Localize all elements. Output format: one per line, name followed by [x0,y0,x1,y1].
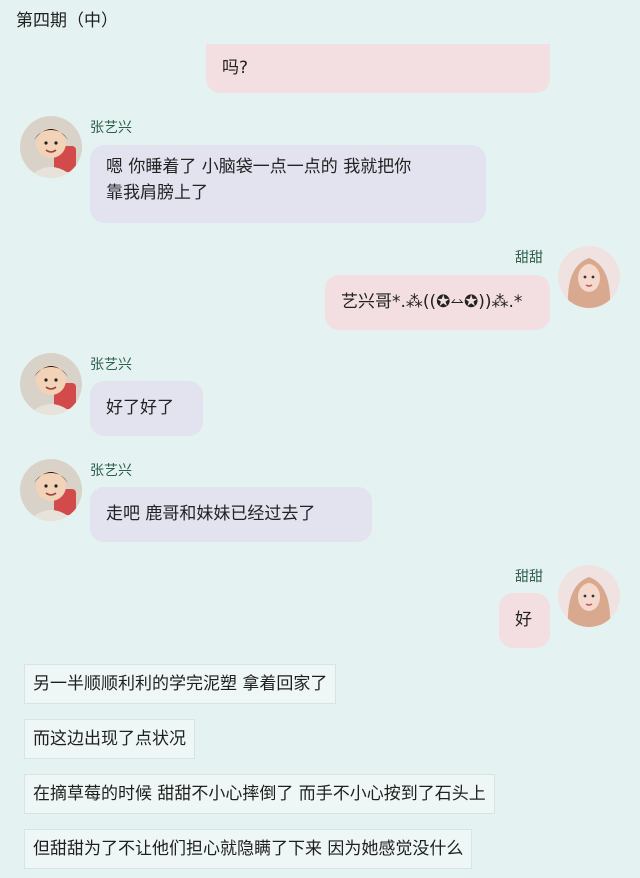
message-bubble-partial: 吗? [206,44,550,93]
message-text: 走吧 鹿哥和妹妹已经过去了 [106,504,316,524]
message-bubble: 好 [499,593,550,648]
sender-name: 张艺兴 [90,463,132,479]
message-text: 艺兴哥*.⁂((✪⥎✪))⁂.* [341,292,523,312]
message-text: 吗? [222,58,249,78]
message-bubble: 嗯 你睡着了 小脑袋一点一点的 我就把你 靠我肩膀上了 [90,145,486,223]
girl-avatar-icon[interactable] [558,246,620,308]
sender-name: 甜甜 [515,250,543,266]
message-text: 好 [515,610,532,630]
narration-line: 而这边出现了点状况 [24,719,195,759]
sender-name: 甜甜 [515,569,543,585]
message-text: 好了好了 [106,398,174,418]
message-text-line: 靠我肩膀上了 [106,183,208,203]
page-title: 第四期（中） [16,11,118,31]
boy-avatar-icon[interactable] [20,459,82,521]
message-text-line: 嗯 你睡着了 小脑袋一点一点的 我就把你 [106,157,412,177]
girl-avatar-icon[interactable] [558,565,620,627]
sender-name: 张艺兴 [90,120,132,136]
boy-avatar-icon[interactable] [20,353,82,415]
narration-line: 另一半顺顺利利的学完泥塑 拿着回家了 [24,664,337,704]
message-bubble: 好了好了 [90,381,203,436]
narration-line: 在摘草莓的时候 甜甜不小心摔倒了 而手不小心按到了石头上 [24,774,495,814]
narration-line: 但甜甜为了不让他们担心就隐瞒了下来 因为她感觉没什么 [24,829,473,869]
boy-avatar-icon[interactable] [20,116,82,178]
message-bubble: 走吧 鹿哥和妹妹已经过去了 [90,487,372,542]
message-bubble: 艺兴哥*.⁂((✪⥎✪))⁂.* [325,275,550,330]
sender-name: 张艺兴 [90,357,132,373]
